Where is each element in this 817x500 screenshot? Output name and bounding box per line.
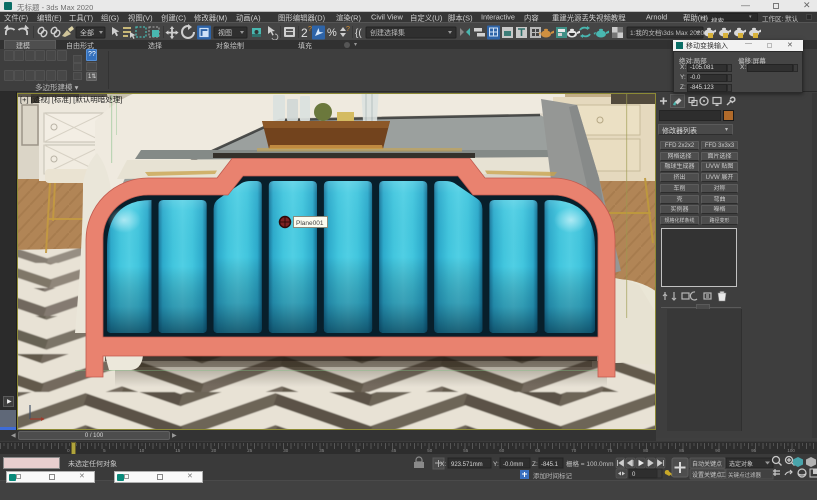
svg-text:2: 2 bbox=[301, 26, 308, 40]
svg-text:选定对象: 选定对象 bbox=[729, 460, 753, 468]
svg-text:Y:: Y: bbox=[493, 461, 499, 468]
svg-text:添加时间标记: 添加时间标记 bbox=[533, 471, 573, 480]
svg-text:?: ? bbox=[308, 26, 312, 33]
svg-text:创建选择集: 创建选择集 bbox=[370, 28, 405, 37]
svg-text:?: ? bbox=[346, 26, 350, 33]
svg-text:设置关键点: 设置关键点 bbox=[692, 471, 722, 479]
svg-text:X:: X: bbox=[440, 461, 446, 468]
svg-text:视图: 视图 bbox=[218, 28, 232, 37]
svg-text:1:我的文档\3ds Max 2020: 1:我的文档\3ds Max 2020 bbox=[630, 28, 704, 37]
svg-text:-0.0mm: -0.0mm bbox=[503, 462, 523, 468]
svg-text:自动关键点: 自动关键点 bbox=[692, 460, 722, 468]
svg-text:[+] [透视] [标准] [默认明暗处理]: [+] [透视] [标准] [默认明暗处理] bbox=[20, 94, 122, 104]
svg-text:全部: 全部 bbox=[80, 28, 94, 37]
svg-text:%: % bbox=[327, 27, 337, 39]
svg-text:Z:: Z: bbox=[532, 461, 538, 468]
svg-text:关键点过滤器: 关键点过滤器 bbox=[728, 471, 762, 479]
svg-text:{(: {( bbox=[355, 28, 362, 39]
svg-text:923.571mm: 923.571mm bbox=[451, 462, 483, 468]
svg-text:Plane001: Plane001 bbox=[296, 220, 324, 227]
svg-text:-845.1: -845.1 bbox=[541, 462, 559, 468]
